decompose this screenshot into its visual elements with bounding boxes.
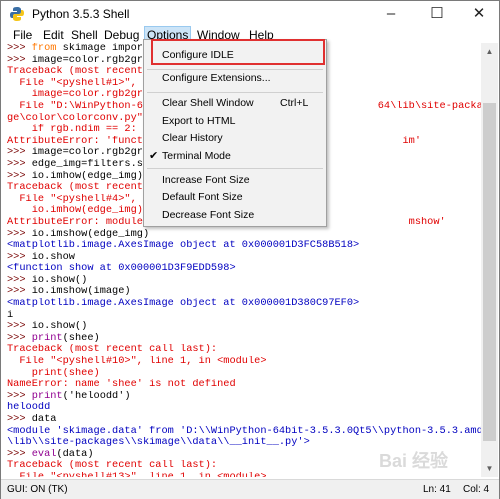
gui-status: GUI: ON (TK) xyxy=(7,484,68,495)
shell-line: File "<pyshell#10>", line 1, in <module> xyxy=(7,356,267,368)
prompt-marker: >>> xyxy=(7,390,32,402)
increase-font-label: Increase Font Size xyxy=(162,174,250,186)
default-font-label: Default Font Size xyxy=(162,191,243,203)
shell-line: >>> data xyxy=(7,414,57,425)
menu-item-export-html[interactable]: Export to HTML xyxy=(144,112,326,130)
shell-line: print(shee) xyxy=(7,367,100,379)
menu-item-default-font[interactable]: Default Font Size xyxy=(144,188,326,206)
shell-line: i xyxy=(7,309,14,321)
shell-line: Traceback (most recent call last): xyxy=(7,344,218,356)
menu-item-decrease-font[interactable]: Decrease Font Size xyxy=(144,206,326,224)
shell-line: <module 'skimage.data' from 'D:\\WinPyth… xyxy=(7,425,481,437)
shell-line: >>> io.show() xyxy=(7,321,88,333)
prompt-marker: >>> xyxy=(7,251,32,263)
keyword-token: print xyxy=(31,390,63,402)
prompt-marker: >>> xyxy=(7,414,32,425)
scrollbar-thumb[interactable] xyxy=(483,103,496,441)
prompt-marker: >>> xyxy=(7,158,32,170)
keyword-token: print xyxy=(31,332,63,344)
decrease-font-label: Decrease Font Size xyxy=(162,209,255,221)
checkmark-icon: ✔ xyxy=(149,150,159,162)
shell-line: >>> io.show() xyxy=(7,274,88,286)
configure-extensions-label: Configure Extensions... xyxy=(162,72,271,84)
clear-shell-window-label: Clear Shell Window xyxy=(162,97,254,109)
annotation-highlight-box xyxy=(151,39,325,65)
title-bar[interactable]: Python 3.5.3 Shell – ☐ ✕ xyxy=(1,1,499,27)
prompt-marker: >>> xyxy=(7,170,32,182)
prompt-marker: >>> xyxy=(7,43,32,54)
scroll-down-icon[interactable]: ▼ xyxy=(481,460,498,477)
scroll-up-icon[interactable]: ▲ xyxy=(481,43,498,60)
keyword-token: from xyxy=(31,43,57,54)
terminal-mode-label: Terminal Mode xyxy=(162,150,231,162)
menu-item-increase-font[interactable]: Increase Font Size xyxy=(144,171,326,189)
menu-item-configure-extensions[interactable]: Configure Extensions... xyxy=(144,69,326,87)
clear-shell-shortcut: Ctrl+L xyxy=(280,97,309,109)
prompt-marker: >>> xyxy=(7,54,32,66)
maximize-button[interactable]: ☐ xyxy=(421,1,453,27)
clear-history-label: Clear History xyxy=(162,132,223,144)
keyword-token: eval xyxy=(31,448,57,460)
shell-line: >>> io.show xyxy=(7,251,75,263)
shell-line: <function show at 0x000001D3F9EDD598> xyxy=(7,263,236,275)
options-dropdown-menu: Configure IDLE Configure Extensions... C… xyxy=(143,39,327,227)
menu-separator xyxy=(147,168,323,169)
menu-debug[interactable]: Debug xyxy=(104,27,139,43)
column-number: Col: 4 xyxy=(463,484,490,495)
menu-shell[interactable]: Shell xyxy=(71,27,98,43)
line-number: Ln: 41 xyxy=(423,484,451,495)
prompt-marker: >>> xyxy=(7,286,32,298)
shell-line: <matplotlib.image.AxesImage object at 0x… xyxy=(7,240,360,252)
close-button[interactable]: ✕ xyxy=(463,1,495,27)
shell-line: heloodd xyxy=(7,402,51,414)
idle-shell-window: Python 3.5.3 Shell – ☐ ✕ File Edit Shell… xyxy=(0,0,500,499)
shell-line: <matplotlib.image.AxesImage object at 0x… xyxy=(7,298,360,310)
menu-item-terminal-mode[interactable]: ✔ Terminal Mode xyxy=(144,147,326,165)
shell-line: >>> io.imshow(edge_img) xyxy=(7,228,150,240)
menu-file[interactable]: File xyxy=(13,27,32,43)
shell-line: >>> io.imshow(image) xyxy=(7,286,131,298)
status-bar: GUI: ON (TK) Ln: 41 Col: 4 xyxy=(1,479,499,499)
shell-line: >>> print('heloodd') xyxy=(7,390,131,402)
menu-separator xyxy=(147,92,323,93)
prompt-marker: >>> xyxy=(7,274,32,286)
window-title: Python 3.5.3 Shell xyxy=(32,7,130,21)
prompt-marker: >>> xyxy=(7,321,32,333)
export-html-label: Export to HTML xyxy=(162,115,236,127)
menu-edit[interactable]: Edit xyxy=(43,27,64,43)
menu-item-clear-shell-window[interactable]: Clear Shell Window Ctrl+L xyxy=(144,94,326,112)
python-logo-icon xyxy=(10,7,24,21)
prompt-marker: >>> xyxy=(7,228,32,240)
vertical-scrollbar[interactable]: ▲ ▼ xyxy=(481,43,498,477)
prompt-marker: >>> xyxy=(7,147,32,159)
menu-item-clear-history[interactable]: Clear History xyxy=(144,129,326,147)
prompt-marker: >>> xyxy=(7,448,32,460)
watermark: Bai 经验 xyxy=(379,451,449,471)
prompt-marker: >>> xyxy=(7,332,32,344)
shell-line: >>> print(shee) xyxy=(7,332,100,344)
shell-line: NameError: name 'shee' is not defined xyxy=(7,379,236,391)
minimize-button[interactable]: – xyxy=(375,1,407,27)
